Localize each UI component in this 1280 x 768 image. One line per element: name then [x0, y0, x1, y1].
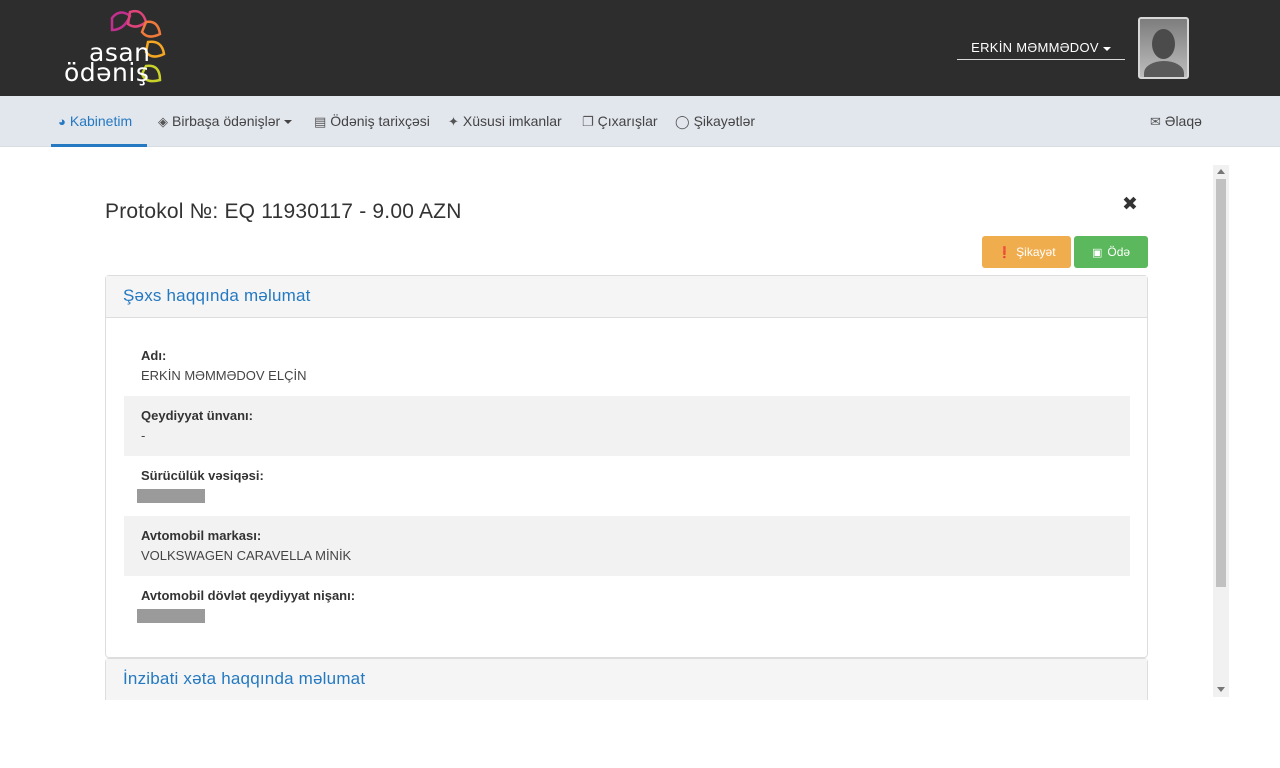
- violation-panel-heading[interactable]: İnzibati xəta haqqında məlumat: [106, 659, 1147, 700]
- field-label: Avtomobil markası:: [141, 528, 262, 543]
- field-value: VOLKSWAGEN CARAVELLA MİNİK: [141, 548, 352, 563]
- exclamation-circle-icon: ❗: [997, 247, 1012, 259]
- chevron-down-icon: [1102, 46, 1111, 51]
- nav-item-cixarislar[interactable]: ❐ Çıxarışlar: [582, 113, 658, 130]
- scroll-thumb[interactable]: [1216, 179, 1226, 587]
- logo-text-odenis: ödəniş: [64, 58, 150, 87]
- redacted-value: [137, 609, 205, 623]
- field-label: Qeydiyyat ünvanı:: [141, 408, 253, 423]
- scroll-up-icon[interactable]: [1217, 169, 1225, 174]
- field-label: Sürücülük vəsiqəsi:: [141, 468, 264, 483]
- nav-item-sikayetler[interactable]: ◯ Şikayətlər: [675, 113, 755, 130]
- modal-scrollbar[interactable]: [1213, 165, 1229, 697]
- scroll-down-icon[interactable]: [1217, 687, 1225, 692]
- field-plate-number: Avtomobil dövlət qeydiyyat nişanı:: [124, 576, 1130, 636]
- active-tab-indicator: [51, 144, 147, 147]
- copy-icon: ❐: [582, 114, 594, 129]
- field-registration-address: Qeydiyyat ünvanı: -: [124, 396, 1130, 456]
- nav-item-birbasa-odenisler[interactable]: ◈ Birbaşa ödənişlər: [158, 113, 293, 130]
- nav-item-elaqe[interactable]: ✉ Əlaqə: [1150, 113, 1202, 130]
- field-label: Avtomobil dövlət qeydiyyat nişanı:: [141, 588, 356, 603]
- chevron-down-icon: [284, 120, 293, 125]
- person-panel-heading[interactable]: Şəxs haqqında məlumat: [106, 276, 1147, 318]
- protocol-modal: Protokol №: EQ 11930117 - 9.00 AZN ✖ ❗ Şi…: [86, 165, 1217, 700]
- field-label: Adı:: [141, 348, 167, 363]
- asan-odenis-logo[interactable]: asan ödəniş: [62, 8, 192, 88]
- top-header: asan ödəniş ERKİN MƏMMƏDOV: [0, 0, 1280, 96]
- list-icon: ▤: [314, 114, 327, 129]
- nav-item-odenis-tarixcesi[interactable]: ▤ Ödəniş tarixçəsi: [314, 113, 430, 130]
- main-nav: ◕ Kabinetim ◈ Birbaşa ödənişlər ▤ Ödəniş ta…: [0, 96, 1280, 147]
- redacted-value: [137, 489, 205, 503]
- modal-title: Protokol №: EQ 11930117 - 9.00 AZN: [105, 200, 462, 223]
- user-dropdown[interactable]: ERKİN MƏMMƏDOV: [957, 40, 1125, 60]
- user-name: ERKİN MƏMMƏDOV: [971, 40, 1099, 55]
- magic-wand-icon: ✦: [448, 114, 459, 129]
- close-icon[interactable]: ✖: [1122, 193, 1138, 216]
- field-car-brand: Avtomobil markası: VOLKSWAGEN CARAVELLA …: [124, 516, 1130, 576]
- person-info-panel: Şəxs haqqında məlumat Adı: ERKİN MƏMMƏDO…: [105, 275, 1148, 658]
- field-driver-license: Sürücülük vəsiqəsi:: [124, 456, 1130, 516]
- field-value: -: [141, 428, 146, 443]
- field-name: Adı: ERKİN MƏMMƏDOV ELÇİN: [124, 336, 1130, 396]
- nav-item-xususi-imkanlar[interactable]: ✦ Xüsusi imkanlar: [448, 113, 562, 130]
- chat-icon: ◯: [675, 114, 690, 129]
- complaint-button[interactable]: ❗ Şikayət: [982, 236, 1071, 268]
- dashboard-icon: ◕: [58, 114, 66, 129]
- cube-icon: ◈: [158, 114, 168, 129]
- pay-button[interactable]: ▣ Ödə: [1074, 236, 1148, 268]
- envelope-icon: ✉: [1150, 114, 1161, 129]
- avatar[interactable]: [1138, 17, 1189, 79]
- field-value: ERKİN MƏMMƏDOV ELÇİN: [141, 368, 307, 383]
- violation-info-panel: İnzibati xəta haqqında məlumat: [105, 658, 1148, 700]
- money-icon: ▣: [1091, 247, 1103, 259]
- nav-item-kabinetim[interactable]: ◕ Kabinetim: [58, 113, 132, 129]
